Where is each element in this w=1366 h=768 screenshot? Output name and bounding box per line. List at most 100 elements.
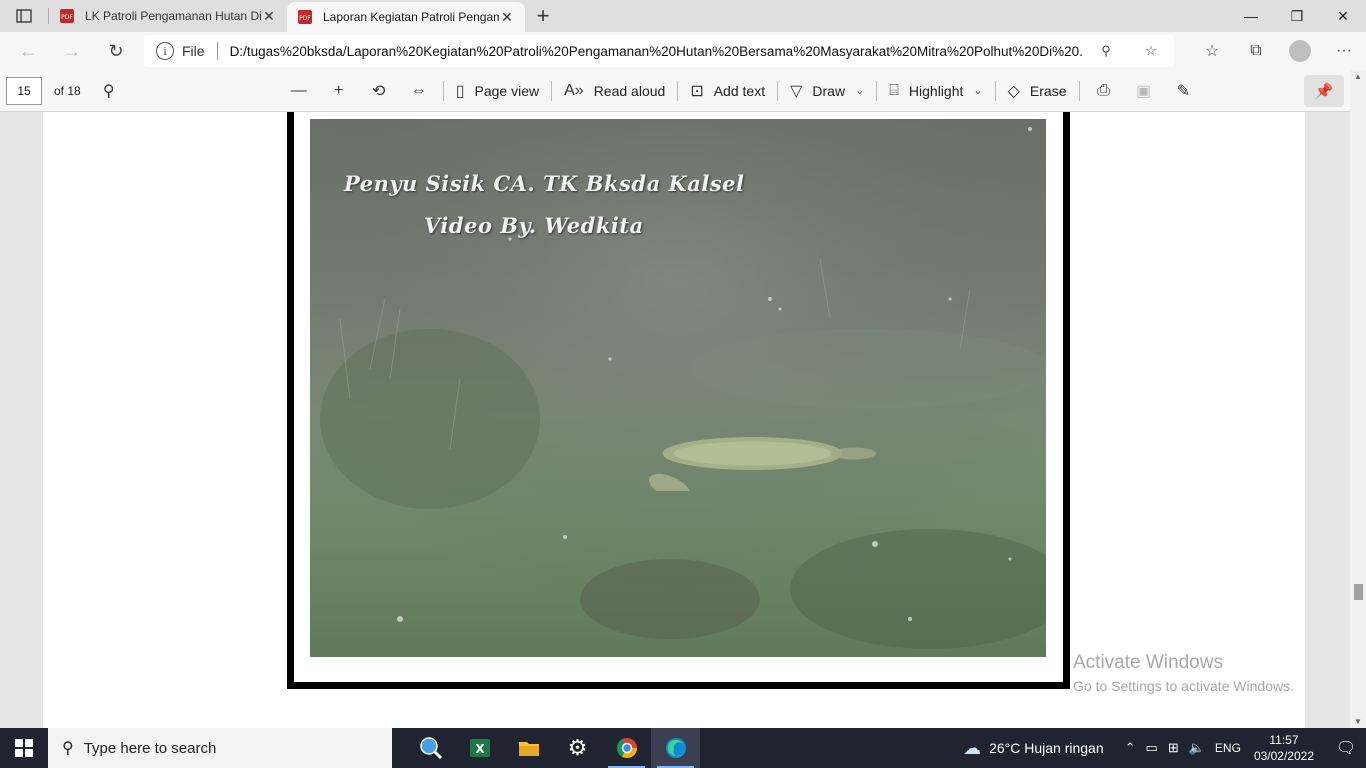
pdf-icon: PDF <box>298 10 312 24</box>
tab-title: Laporan Kegiatan Patroli Pengam <box>323 10 499 24</box>
volume-icon[interactable]: 🔈 <box>1189 740 1205 756</box>
start-button[interactable] <box>0 728 48 768</box>
close-icon[interactable]: ✕ <box>499 9 515 26</box>
url-text[interactable]: D:/tugas%20bksda/Laporan%20Kegiatan%20Pa… <box>230 44 1084 59</box>
pin-toolbar-button[interactable]: 📌 <box>1304 75 1344 107</box>
search-placeholder: Type here to search <box>83 739 217 757</box>
scroll-thumb[interactable] <box>1354 584 1363 600</box>
tab-lk-patroli[interactable]: PDF LK Patroli Pengamanan Hutan Di ✕ <box>49 0 287 32</box>
battery-icon[interactable]: ▭ <box>1146 740 1158 756</box>
chevron-up-icon[interactable]: ⌃ <box>1125 740 1136 756</box>
chevron-down-icon[interactable]: ⌄ <box>855 84 864 97</box>
magnifier-app-icon <box>419 737 442 760</box>
print-button[interactable]: ⎙ <box>1084 70 1124 112</box>
tab-actions-button[interactable] <box>0 0 48 32</box>
rotate-icon: ⟲ <box>372 82 386 100</box>
separator <box>1078 80 1080 101</box>
restore-button[interactable]: ❐ <box>1274 0 1320 32</box>
highlight-label: Highlight <box>908 82 964 99</box>
scroll-up-icon[interactable]: ▲ <box>1354 72 1362 81</box>
scroll-down-icon[interactable]: ▼ <box>1354 717 1362 726</box>
page-number-input[interactable]: 15 <box>6 76 42 105</box>
page-view-label: Page view <box>474 82 540 99</box>
add-text-button[interactable]: ⊡ Add text <box>682 70 773 112</box>
browser-toolbar: ☆ ⧉ ··· <box>1190 32 1366 70</box>
back-button[interactable]: ← <box>6 32 50 70</box>
eraser-icon: ◇ <box>1007 82 1020 100</box>
highlight-button[interactable]: ⌸ Highlight ⌄ <box>881 70 990 112</box>
turtle-photo: Penyu Sisik CA. TK Bksda Kalsel Video By… <box>310 119 1046 657</box>
network-icon[interactable]: ⊞ <box>1168 740 1179 756</box>
collections-button[interactable]: ⧉ <box>1234 32 1278 70</box>
gear-icon: ⚙ <box>567 735 588 760</box>
new-tab-button[interactable]: + <box>525 0 561 32</box>
tab-strip: PDF LK Patroli Pengamanan Hutan Di ✕ PDF… <box>0 0 1366 32</box>
zoom-out-button[interactable]: — <box>279 70 319 112</box>
close-icon[interactable]: ✕ <box>261 8 277 25</box>
taskbar: ⚲ Type here to search X ⚙ ☁ 26°C Hujan r… <box>0 728 1366 768</box>
fit-width-icon: ⇔ <box>410 81 427 99</box>
clock-time: 11:57 <box>1269 733 1299 747</box>
separator <box>876 80 878 101</box>
save-as-button[interactable]: ✎ <box>1164 70 1204 112</box>
language-indicator[interactable]: ENG <box>1215 741 1241 755</box>
chevron-down-icon[interactable]: ⌄ <box>973 84 982 97</box>
taskbar-app-edge[interactable] <box>651 728 700 768</box>
plus-icon: + <box>334 81 344 99</box>
profile-button[interactable] <box>1278 32 1322 70</box>
weather-widget[interactable]: ☁ 26°C Hujan ringan <box>963 738 1104 759</box>
refresh-icon: ↻ <box>108 40 124 61</box>
tab-actions-icon <box>16 9 32 23</box>
zoom-icon[interactable]: ⚲ <box>1101 43 1111 59</box>
erase-button[interactable]: ◇ Erase <box>1000 70 1075 112</box>
taskbar-app-settings[interactable]: ⚙ <box>553 728 602 768</box>
add-text-label: Add text <box>713 82 766 99</box>
zoom-in-button[interactable]: + <box>319 70 359 112</box>
taskbar-app-file-explorer[interactable] <box>504 728 553 768</box>
info-icon[interactable]: i <box>156 42 174 60</box>
sea-turtle <box>649 437 877 491</box>
add-favorite-icon[interactable]: ☆ <box>1145 43 1157 59</box>
omnibox[interactable]: i File D:/tugas%20bksda/Laporan%20Kegiat… <box>144 35 1174 67</box>
page-view-button[interactable]: ▯ Page view <box>448 70 547 112</box>
clock[interactable]: 11:57 03/02/2022 <box>1254 732 1314 764</box>
save-button[interactable]: ▣ <box>1124 70 1164 112</box>
taskbar-app-chrome[interactable] <box>602 728 651 768</box>
system-tray: ☁ 26°C Hujan ringan ⌃ ▭ ⊞ 🔈 ENG 11:57 03… <box>963 728 1366 768</box>
pin-icon: 📌 <box>1314 83 1334 100</box>
close-window-button[interactable]: ✕ <box>1320 0 1366 32</box>
taskbar-search[interactable]: ⚲ Type here to search <box>48 728 392 768</box>
tab-title: LK Patroli Pengamanan Hutan Di <box>85 9 261 23</box>
rotate-button[interactable]: ⟲ <box>359 70 399 112</box>
read-aloud-label: Read aloud <box>593 82 666 99</box>
read-aloud-button[interactable]: A» Read aloud <box>556 70 673 112</box>
window-controls: — ❐ ✕ <box>1228 0 1366 32</box>
settings-more-button[interactable]: ··· <box>1322 32 1366 70</box>
fit-to-width-button[interactable]: ⇔ <box>399 70 439 112</box>
edge-icon <box>665 738 686 758</box>
tab-laporan-kegiatan[interactable]: PDF Laporan Kegiatan Patroli Pengam ✕ <box>287 2 525 32</box>
minimize-button[interactable]: — <box>1228 0 1274 32</box>
notification-icon: 🗨 <box>1335 740 1357 757</box>
draw-button[interactable]: ▽ Draw ⌄ <box>782 70 872 112</box>
more-icon: ··· <box>1336 42 1352 59</box>
watermark-subtitle: Go to Settings to activate Windows. <box>1073 678 1294 694</box>
omnibox-icons: ⚲ ☆ <box>1084 43 1174 59</box>
folder-icon <box>518 742 539 756</box>
vertical-scrollbar[interactable]: ▲ ▼ <box>1350 70 1366 728</box>
page-view-icon: ▯ <box>455 82 465 100</box>
taskbar-app-magnifier[interactable] <box>406 728 455 768</box>
taskbar-app-excel[interactable]: X <box>455 728 504 768</box>
favorites-button[interactable]: ☆ <box>1190 32 1234 70</box>
notification-button[interactable]: 🗨 <box>1326 738 1366 758</box>
arrow-right-icon: → <box>63 40 81 61</box>
plus-icon: + <box>536 3 550 28</box>
arrow-left-icon: ← <box>19 40 37 61</box>
add-text-icon: ⊡ <box>690 82 704 100</box>
forward-button[interactable]: → <box>50 32 94 70</box>
refresh-button[interactable]: ↻ <box>94 32 138 70</box>
clock-date: 03/02/2022 <box>1253 749 1314 763</box>
find-button[interactable]: ⚲ <box>89 70 129 112</box>
svg-text:PDF: PDF <box>299 15 311 22</box>
pdf-viewer[interactable]: Penyu Sisik CA. TK Bksda Kalsel Video By… <box>0 112 1350 728</box>
